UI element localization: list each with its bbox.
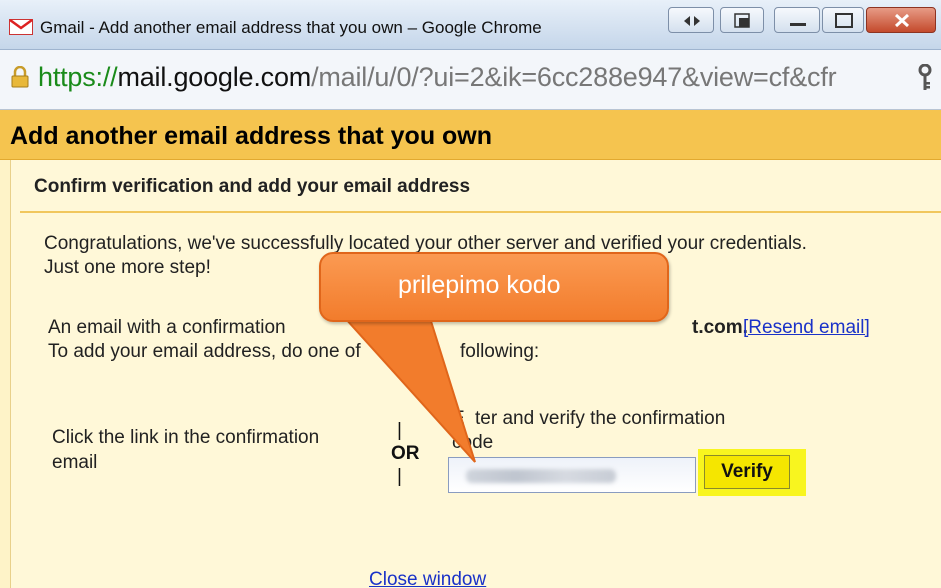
section-divider [20, 211, 941, 213]
congrats-line-2: Just one more step! [44, 257, 211, 278]
option-link-line-2: email [52, 452, 98, 473]
window-stack-icon [734, 13, 750, 28]
url-text[interactable]: https://mail.google.com/mail/u/0/?ui=2&i… [38, 62, 837, 93]
email-sent-suffix: t.com. [692, 317, 748, 338]
or-label: OR [391, 443, 420, 464]
maximize-icon [835, 13, 853, 28]
option-code-line-1-suffix: ter and verify the confirmation [475, 408, 726, 429]
or-divider-bottom: | [397, 466, 402, 487]
close-window-link[interactable]: Close window [369, 569, 486, 588]
url-path: /mail/u/0/?ui=2&ik=6cc288e947&view=cf&cf… [311, 62, 837, 92]
callout-text: prilepimo kodo [398, 271, 561, 299]
verify-button[interactable]: Verify [704, 455, 790, 489]
option-code-line-1-prefix: E [452, 408, 465, 429]
to-add-prefix: To add your email address, do one of [48, 341, 361, 362]
to-add-suffix: following: [460, 341, 540, 362]
gmail-icon [9, 19, 33, 35]
close-icon [894, 13, 910, 28]
address-bar[interactable]: https://mail.google.com/mail/u/0/?ui=2&i… [0, 50, 941, 110]
window-title: Gmail - Add another email address that y… [40, 18, 542, 37]
minimize-button[interactable] [774, 7, 820, 33]
lock-icon [11, 66, 29, 88]
url-host: mail.google.com [117, 62, 312, 92]
tab-overview-icon [684, 16, 700, 26]
dialog-header: Add another email address that you own [0, 110, 941, 160]
title-bar: Gmail - Add another email address that y… [0, 0, 941, 50]
close-button[interactable] [866, 7, 936, 33]
key-icon[interactable] [916, 64, 934, 92]
resend-email-link[interactable]: [Resend email] [743, 317, 870, 339]
option-link-line-1: Click the link in the confirmation [52, 427, 320, 448]
dialog-title: Add another email address that you own [10, 122, 493, 150]
section-title: Confirm verification and add your email … [34, 176, 471, 197]
maximize-button[interactable] [822, 7, 864, 33]
blurred-code-value [466, 469, 616, 483]
url-scheme: https:// [38, 62, 118, 92]
content-panel [10, 160, 941, 588]
email-sent-prefix: An email with a confirmation [48, 317, 286, 338]
or-divider-top: | [397, 420, 402, 441]
minimize-icon [790, 23, 806, 26]
option-code-line-2: code [452, 432, 494, 453]
restore-tab-button[interactable] [720, 7, 764, 33]
tab-overview-button[interactable] [668, 7, 714, 33]
